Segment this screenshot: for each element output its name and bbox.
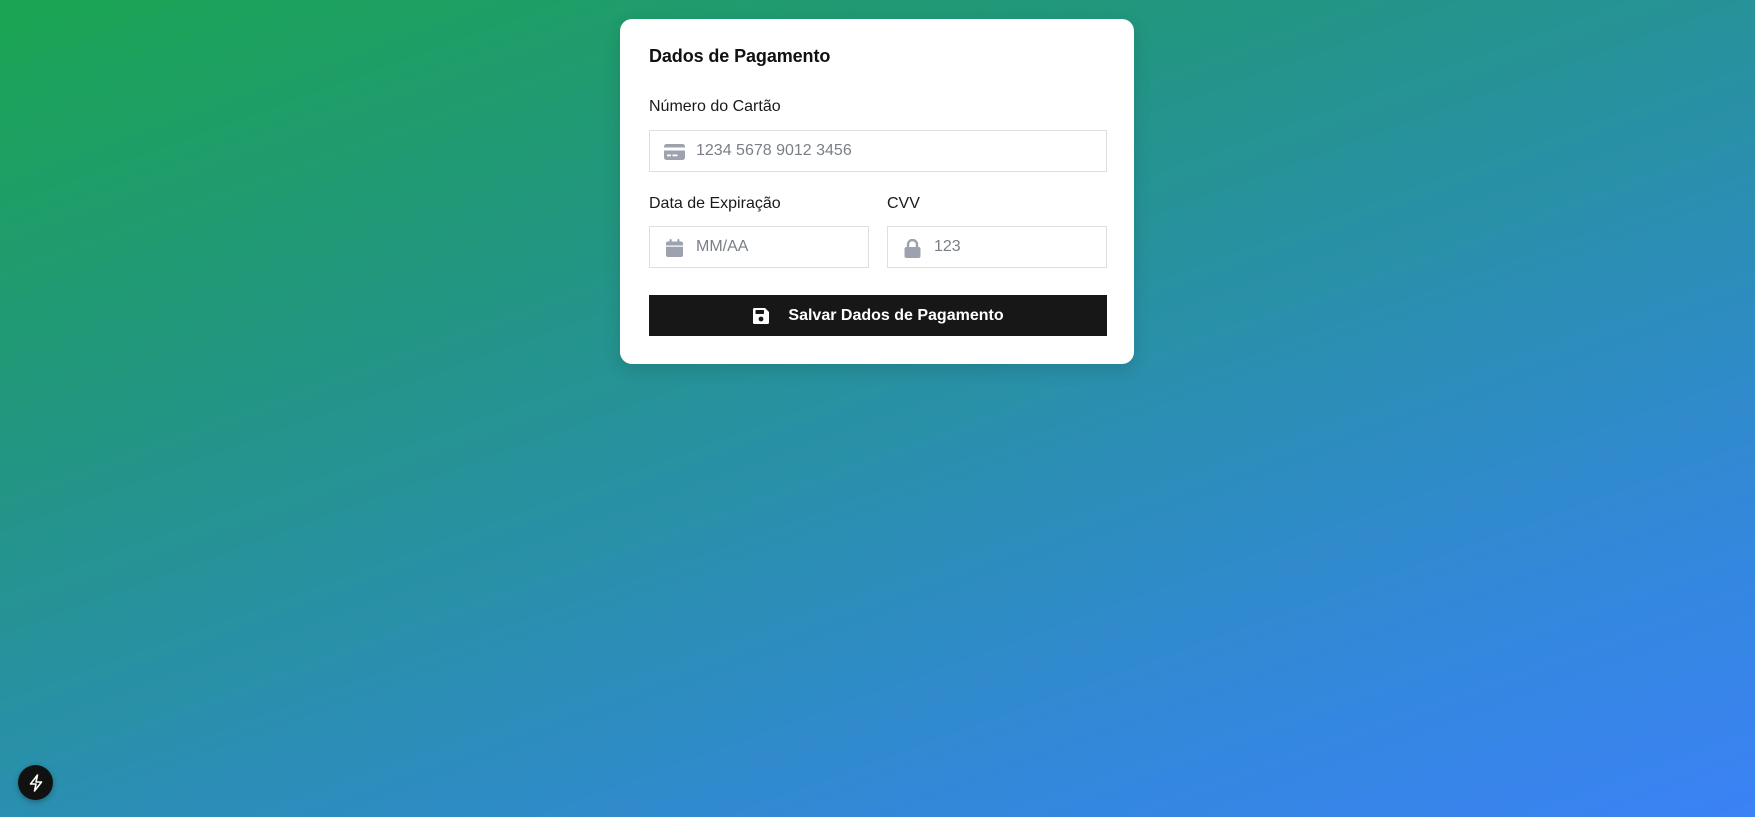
- card-number-input[interactable]: [696, 131, 1096, 171]
- cvv-field[interactable]: [887, 226, 1107, 268]
- credit-card-icon: [663, 142, 685, 162]
- expiry-date-input[interactable]: [696, 227, 861, 267]
- save-payment-button[interactable]: Salvar Dados de Pagamento: [649, 295, 1107, 336]
- card-number-label: Número do Cartão: [649, 98, 781, 115]
- card-number-field[interactable]: [649, 130, 1107, 172]
- cvv-input[interactable]: [934, 227, 1099, 267]
- calendar-icon: [663, 238, 685, 258]
- expiry-date-field[interactable]: [649, 226, 869, 268]
- floating-action-button[interactable]: [18, 765, 53, 800]
- cvv-label: CVV: [887, 195, 920, 212]
- floppy-disk-icon: [752, 307, 770, 325]
- save-payment-button-label: Salvar Dados de Pagamento: [788, 306, 1004, 324]
- page-title: Dados de Pagamento: [649, 46, 831, 66]
- lock-icon: [901, 238, 923, 258]
- lightning-bolt-icon: [28, 773, 44, 792]
- expiry-date-label: Data de Expiração: [649, 195, 781, 212]
- payment-card: Dados de Pagamento Número do Cartão Data…: [620, 19, 1134, 364]
